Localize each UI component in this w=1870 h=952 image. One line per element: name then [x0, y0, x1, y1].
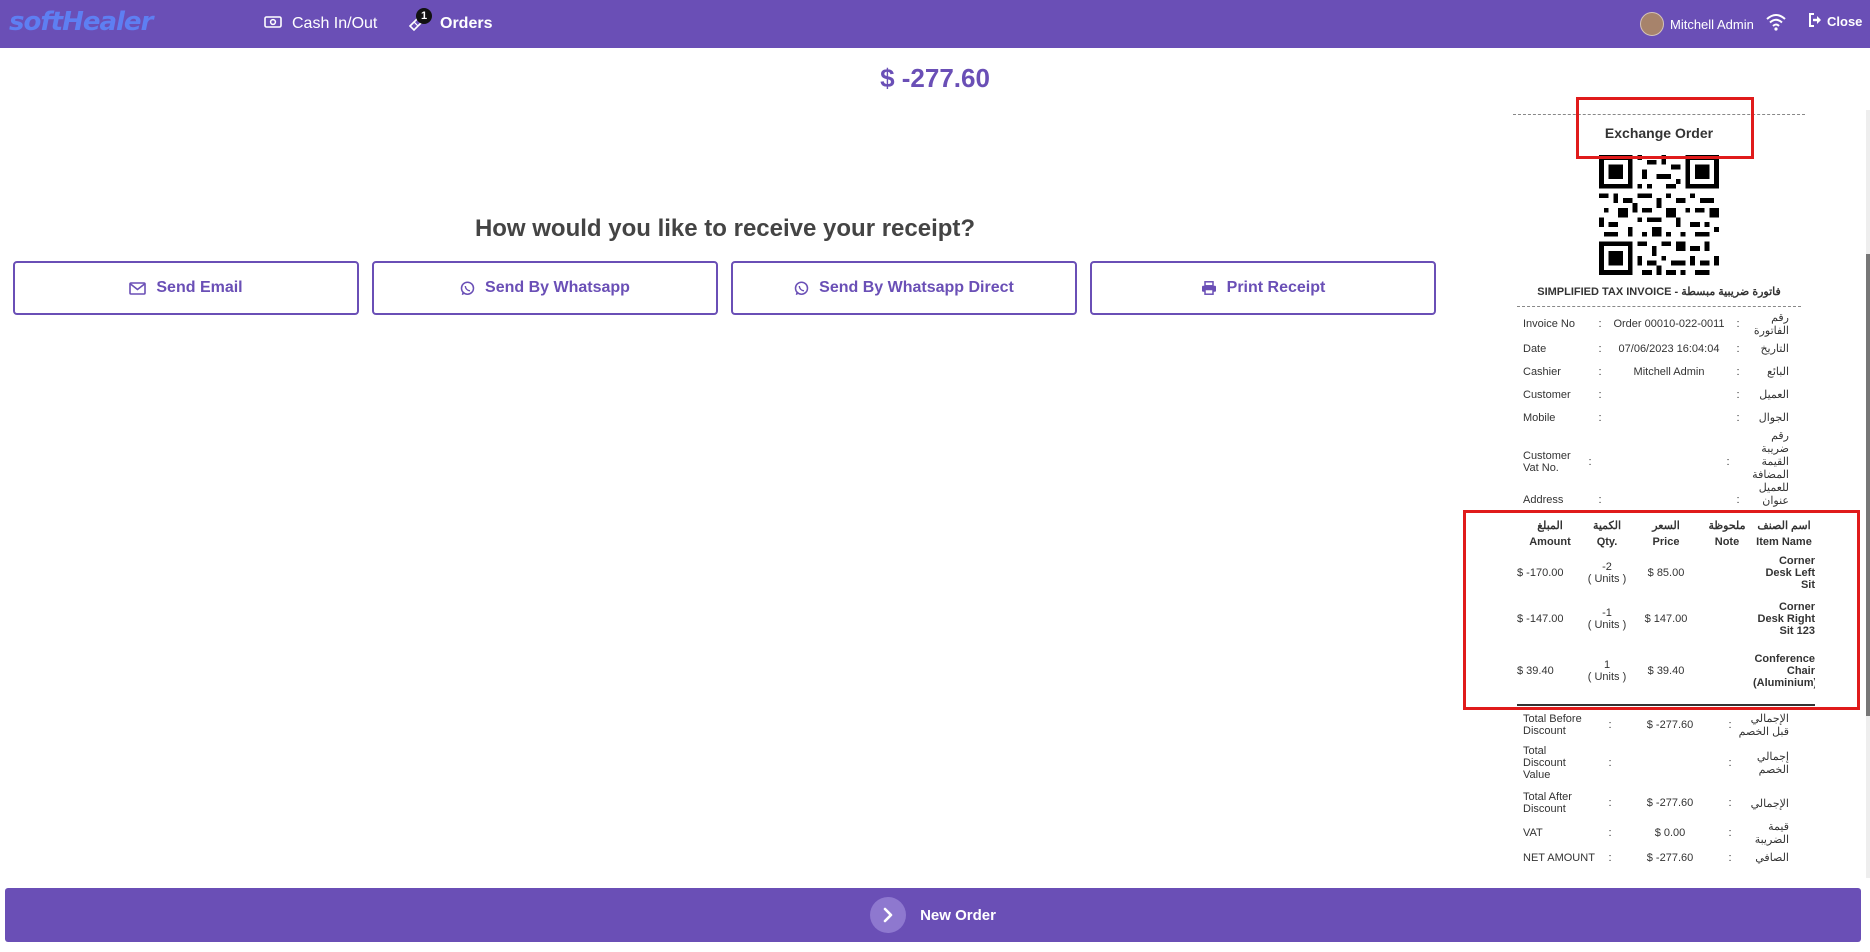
receipt-paper: Exchange Order SIMPLIFIED TAX INVOICE - … [1503, 114, 1815, 869]
info-label: Invoice No [1523, 318, 1575, 330]
total-value: $ 0.00 [1654, 827, 1686, 839]
user-name: Mitchell Admin [1670, 16, 1754, 32]
info-row-date: Date: 07/06/2023 16:04:04: التاريخ [1503, 337, 1815, 360]
info-row-customer-vat: Customer Vat No.: : رقم ضريبة القيمة الم… [1503, 429, 1815, 494]
print-receipt-label: Print Receipt [1226, 279, 1326, 296]
avatar [1640, 12, 1664, 36]
total-label: Total Discount Value [1523, 745, 1566, 781]
total-row-vat: VAT: $ 0.00: قيمة الضريبة [1503, 820, 1815, 846]
info-label: Customer [1523, 388, 1571, 401]
cash-in-out-button[interactable]: Cash In/Out [264, 0, 377, 48]
total-value: $ -277.60 [1646, 797, 1694, 809]
whatsapp-icon [794, 280, 809, 295]
print-receipt-button[interactable]: Print Receipt [1090, 261, 1436, 315]
total-value: $ -277.60 [1646, 851, 1694, 864]
info-label: Customer Vat No. [1523, 449, 1571, 474]
total-arabic: إجمالي الخصم [1756, 751, 1789, 776]
receipt-divider [1517, 306, 1801, 307]
info-row-invoice-no: Invoice No: Order 00010-022-0011: رقم ال… [1503, 311, 1815, 337]
wifi-icon[interactable] [1766, 13, 1786, 36]
send-email-label: Send Email [156, 279, 243, 296]
info-row-mobile: Mobile: : الجوال [1503, 406, 1815, 429]
info-arabic: البائع [1767, 366, 1789, 378]
total-label: Total Before Discount [1523, 713, 1582, 737]
chevron-right-icon [870, 897, 907, 933]
invoice-title: SIMPLIFIED TAX INVOICE - فاتورة ضريبية م… [1537, 286, 1781, 298]
total-row-after-discount: Total After Discount: $ -277.60: الإجمال… [1503, 786, 1815, 820]
close-button[interactable]: Close [1808, 13, 1862, 30]
send-whatsapp-direct-button[interactable]: Send By Whatsapp Direct [731, 261, 1077, 315]
cash-in-out-label: Cash In/Out [292, 15, 378, 32]
info-arabic: عنوان [1762, 495, 1789, 507]
info-row-customer: Customer: : العميل [1503, 383, 1815, 406]
info-label: Mobile [1523, 411, 1556, 424]
send-whatsapp-label: Send By Whatsapp [485, 279, 630, 296]
scrollbar-thumb[interactable] [1866, 254, 1870, 716]
info-label: Date [1523, 342, 1547, 355]
receipt-preview[interactable]: Exchange Order SIMPLIFIED TAX INVOICE - … [1503, 110, 1815, 878]
info-arabic: رقم ضريبة القيمة المضافة للعميل [1752, 430, 1789, 494]
total-label: VAT [1523, 827, 1543, 839]
total-row-net-amount: NET AMOUNT: $ -277.60: الصافي [1503, 846, 1815, 869]
orders-button[interactable]: 1 Orders [408, 0, 492, 48]
receipt-question: How would you like to receive your recei… [474, 215, 976, 242]
money-icon [264, 15, 282, 34]
receipt-scrollbar[interactable] [1866, 110, 1870, 878]
orders-icon-wrap: 1 [408, 0, 432, 48]
info-arabic: التاريخ [1760, 343, 1789, 355]
new-order-button[interactable]: New Order [5, 888, 1861, 942]
info-row-address: Address: : عنوان [1503, 494, 1815, 508]
total-row-discount: Total Discount Value: : إجمالي الخصم [1503, 740, 1815, 786]
highlight-exchange-order [1576, 97, 1754, 159]
highlight-order-lines [1463, 510, 1860, 710]
info-arabic: رقم الفاتورة [1753, 312, 1789, 337]
envelope-icon [129, 281, 147, 295]
info-value: 07/06/2023 16:04:04 [1618, 342, 1720, 355]
info-value: Order 00010-022-0011 [1613, 318, 1725, 330]
total-arabic: الصافي [1755, 852, 1789, 864]
totals-section: Total Before Discount: $ -277.60: الإجما… [1503, 710, 1815, 869]
printer-icon [1201, 281, 1216, 295]
top-navbar: softHealer Cash In/Out 1 Orders Mitchell… [0, 0, 1870, 48]
total-label: Total After Discount [1523, 791, 1572, 815]
info-value: Mitchell Admin [1633, 365, 1705, 378]
close-label: Close [1827, 14, 1863, 29]
send-email-button[interactable]: Send Email [13, 261, 359, 315]
total-arabic: الإجمالي [1750, 797, 1789, 810]
info-arabic: العميل [1759, 389, 1789, 401]
sign-out-icon [1808, 13, 1823, 30]
info-label: Address [1523, 494, 1564, 506]
total-arabic: الإجمالي قبل الخصم [1738, 713, 1789, 738]
invoice-info: Invoice No: Order 00010-022-0011: رقم ال… [1503, 311, 1815, 508]
new-order-label: New Order [920, 906, 996, 924]
orders-count-badge: 1 [416, 8, 432, 24]
send-whatsapp-button[interactable]: Send By Whatsapp [372, 261, 718, 315]
total-row-before-discount: Total Before Discount: $ -277.60: الإجما… [1503, 710, 1815, 740]
order-total: $ -277.60 [880, 63, 990, 93]
info-arabic: الجوال [1758, 412, 1789, 424]
qr-code [1599, 155, 1719, 275]
total-arabic: قيمة الضريبة [1754, 821, 1789, 846]
info-label: Cashier [1523, 365, 1561, 378]
orders-label: Orders [440, 15, 493, 32]
whatsapp-icon [460, 280, 475, 295]
send-whatsapp-direct-label: Send By Whatsapp Direct [819, 279, 1014, 296]
softhealer-logo: softHealer [9, 7, 153, 37]
user-menu[interactable]: Mitchell Admin [1640, 12, 1754, 36]
info-row-cashier: Cashier: Mitchell Admin: البائع [1503, 360, 1815, 383]
total-label: NET AMOUNT [1523, 851, 1595, 864]
total-value: $ -277.60 [1646, 719, 1694, 731]
